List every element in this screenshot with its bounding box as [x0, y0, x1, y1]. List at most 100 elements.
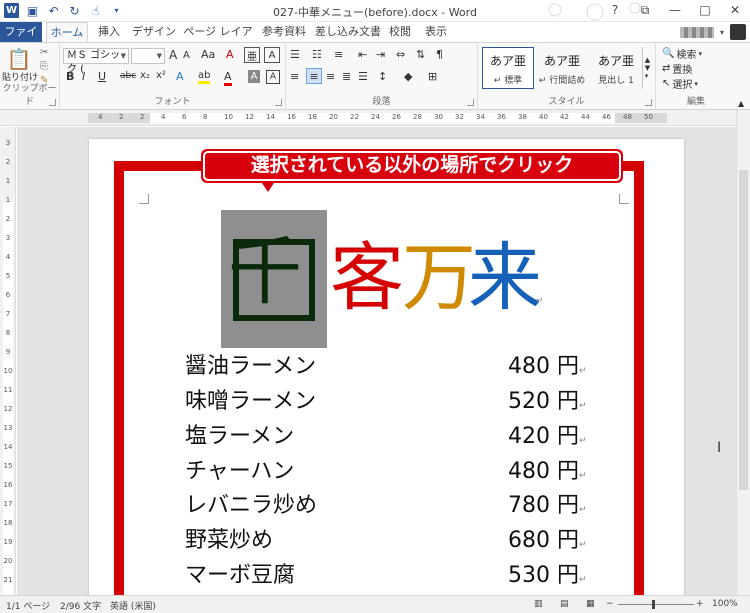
align-center-icon[interactable]: ≡ [306, 68, 322, 84]
tab-insert[interactable]: 挿入 [92, 22, 126, 42]
clear-format-button[interactable]: A [226, 48, 234, 61]
menu-item-price[interactable]: 780 円↵ [508, 492, 587, 524]
align-right-icon[interactable]: ≡ [326, 70, 335, 83]
menu-item-price[interactable]: 680 円↵ [508, 527, 587, 559]
horizontal-ruler[interactable]: 4 2 2 4 6 8 10 12 14 16 18 20 22 24 26 28 30 32 34 36 38 40 42… [0, 110, 736, 126]
zoom-level[interactable]: 100% [712, 599, 738, 609]
style-no-spacing[interactable]: あア亜 ↵ 行間詰め [536, 47, 588, 89]
menu-item-price[interactable]: 480 円↵ [508, 458, 587, 490]
font-color-button[interactable]: A [224, 70, 232, 86]
cut-icon[interactable]: ✂ [40, 47, 48, 58]
character-shading-button[interactable]: A [248, 70, 260, 83]
tab-mailings[interactable]: 差し込み文書 [314, 22, 382, 42]
menu-item-name[interactable]: 野菜炒め [185, 527, 273, 555]
distributed-icon[interactable]: ☰ [358, 70, 368, 83]
zoom-slider-thumb[interactable] [652, 600, 655, 609]
underline-button[interactable]: U [98, 70, 106, 83]
tab-view[interactable]: 表示 [422, 22, 450, 42]
vertical-scrollbar[interactable] [736, 110, 750, 595]
line-spacing-icon[interactable]: ↕ [378, 70, 387, 83]
zoom-out-button[interactable]: − [606, 599, 614, 609]
text-effects-button[interactable]: A [176, 70, 184, 83]
menu-item-name[interactable]: チャーハン [185, 458, 294, 486]
grow-font-button[interactable]: A [169, 48, 177, 62]
user-account[interactable]: ▾ [679, 24, 746, 40]
tab-page-layout[interactable]: ページ レイアウト [182, 22, 254, 57]
menu-item-price[interactable]: 520 円↵ [508, 388, 587, 420]
select-button[interactable]: ↖ 選択 ▾ [662, 76, 698, 91]
paste-icon[interactable]: 📋 [6, 46, 32, 72]
find-button[interactable]: 🔍 検索 ▾ [662, 46, 702, 61]
shrink-font-button[interactable]: A [183, 50, 190, 61]
styles-scroll-icon[interactable]: ▲ ▼ ▾ [642, 47, 652, 89]
menu-item-price[interactable]: 530 円↵ [508, 562, 587, 594]
italic-button[interactable]: I [82, 70, 85, 83]
menu-item-name[interactable]: マーボ豆腐 [185, 562, 295, 590]
title-char-man[interactable]: 万 [402, 238, 476, 318]
help-button[interactable]: ? [600, 0, 630, 20]
justify-icon[interactable]: ≣ [342, 70, 351, 83]
menu-item-name[interactable]: 味噌ラーメン [185, 388, 316, 416]
multilevel-list-icon[interactable]: ≡ [334, 48, 343, 61]
copy-icon[interactable]: ⎘ [40, 61, 48, 72]
shading-icon[interactable]: ◆ [404, 70, 412, 83]
read-mode-icon[interactable]: ▥ [534, 599, 543, 609]
change-case-button[interactable]: Aa [201, 48, 215, 61]
menu-item-name[interactable]: 塩ラーメン [185, 423, 294, 451]
bullets-icon[interactable]: ☰ [290, 48, 300, 61]
subscript-button[interactable]: x₂ [140, 70, 150, 81]
font-launcher-icon[interactable] [275, 99, 282, 106]
sort-icon[interactable]: ⇅ [416, 48, 425, 61]
paragraph-launcher-icon[interactable] [467, 99, 474, 106]
numbering-icon[interactable]: ☷ [312, 48, 322, 61]
menu-item-price[interactable]: 420 円↵ [508, 423, 587, 455]
superscript-button[interactable]: x² [156, 70, 166, 81]
menu-item-name[interactable]: 醤油ラーメン [185, 353, 316, 381]
minimize-button[interactable]: — [660, 0, 690, 20]
style-heading-1[interactable]: あア亜 見出し 1 [590, 47, 642, 89]
vertical-ruler[interactable]: 3 2 1 1 2 3 4 5 6 7 8 9 10 11 12 13 14 15 16 17 18 19 20 21 [0, 127, 16, 595]
print-layout-icon[interactable]: ▤ [560, 599, 569, 609]
strikethrough-button[interactable]: abc [120, 71, 136, 81]
document-area[interactable] [17, 127, 736, 595]
word-count[interactable]: 2/96 文字 [60, 599, 101, 612]
menu-item-name[interactable]: レバニラ炒め [185, 492, 317, 520]
show-marks-icon[interactable]: ¶ [436, 48, 443, 61]
document-page[interactable] [89, 139, 684, 595]
tab-references[interactable]: 参考資料 [260, 22, 308, 42]
maximize-button[interactable]: □ [690, 0, 720, 20]
styles-launcher-icon[interactable] [645, 99, 652, 106]
zoom-slider[interactable] [618, 604, 694, 605]
web-layout-icon[interactable]: ▦ [586, 599, 595, 609]
increase-indent-icon[interactable]: ⇥ [376, 48, 385, 61]
bold-button[interactable]: B [66, 70, 74, 83]
clipboard-launcher-icon[interactable] [49, 99, 56, 106]
character-border-button[interactable]: A [266, 70, 280, 84]
menu-item-price[interactable]: 480 円↵ [508, 353, 587, 385]
scrollbar-thumb[interactable] [739, 170, 748, 490]
borders-icon[interactable]: ⊞ [428, 70, 437, 83]
close-button[interactable]: ✕ [720, 0, 750, 20]
tab-home[interactable]: ホーム [46, 22, 88, 42]
zoom-in-button[interactable]: + [696, 599, 704, 609]
language-indicator[interactable]: 英語 (米国) [110, 599, 156, 612]
page-count[interactable]: 1/1 ページ [6, 599, 50, 612]
tab-review[interactable]: 校閲 [386, 22, 414, 42]
style-normal[interactable]: あア亜 ↵ 標準 [482, 47, 534, 89]
tab-design[interactable]: デザイン [132, 22, 176, 42]
asian-layout-icon[interactable]: ⇔ [396, 48, 405, 61]
font-name-combo[interactable]: ＭＳ ゴシック ( ▼ [63, 48, 129, 75]
avatar[interactable] [730, 24, 746, 40]
font-size-combo[interactable]: ▼ [131, 48, 165, 64]
collapse-ribbon-icon[interactable]: ▲ [738, 99, 744, 108]
align-left-icon[interactable]: ≡ [290, 70, 299, 83]
title-char-kyaku[interactable]: 客 [330, 238, 404, 318]
replace-button[interactable]: ⇄ 置換 [662, 61, 692, 76]
enclose-characters-icon[interactable]: A [264, 47, 280, 63]
highlight-button[interactable]: ab [198, 70, 211, 84]
phonetic-guide-icon[interactable]: 亜 [244, 47, 260, 63]
tab-file[interactable]: ファイル [0, 22, 42, 57]
title-char-rai[interactable]: 来 [468, 238, 542, 318]
ribbon-display-button[interactable]: ⧉ [630, 0, 660, 20]
decrease-indent-icon[interactable]: ⇤ [358, 48, 367, 61]
